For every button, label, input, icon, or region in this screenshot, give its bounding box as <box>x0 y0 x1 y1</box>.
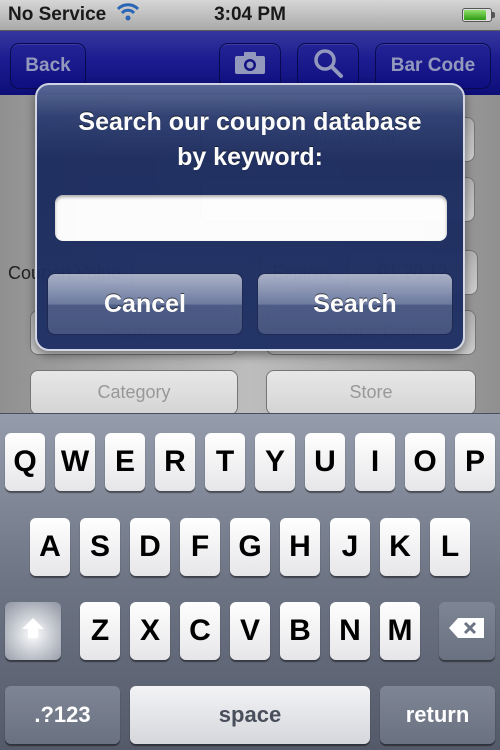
key-j[interactable]: J <box>330 518 370 576</box>
key-r[interactable]: R <box>155 433 195 491</box>
key-h[interactable]: H <box>280 518 320 576</box>
key-n[interactable]: N <box>330 602 370 660</box>
keyword-search-input[interactable] <box>55 195 447 241</box>
key-o[interactable]: O <box>405 433 445 491</box>
on-screen-keyboard: QWERTYUIOP ASDFGHJKL ZXCVBNM .?123 space… <box>0 413 500 750</box>
battery-level <box>464 10 487 20</box>
return-key[interactable]: return <box>380 686 495 744</box>
key-x[interactable]: X <box>130 602 170 660</box>
status-bar: No Service 3:04 PM <box>0 0 500 31</box>
wifi-icon <box>116 3 140 27</box>
status-left: No Service <box>8 3 140 27</box>
key-q[interactable]: Q <box>5 433 45 491</box>
key-y[interactable]: Y <box>255 433 295 491</box>
alert-title-line2: by keyword: <box>177 143 323 171</box>
key-l[interactable]: L <box>430 518 470 576</box>
key-k[interactable]: K <box>380 518 420 576</box>
search-submit-button[interactable]: Search <box>257 273 453 335</box>
search-alert-dialog: Search our coupon database by keyword: C… <box>35 83 465 351</box>
key-m[interactable]: M <box>380 602 420 660</box>
cancel-button[interactable]: Cancel <box>47 273 243 335</box>
key-i[interactable]: I <box>355 433 395 491</box>
alert-title-line1: Search our coupon database <box>78 108 422 136</box>
key-u[interactable]: U <box>305 433 345 491</box>
key-c[interactable]: C <box>180 602 220 660</box>
backspace-key[interactable] <box>439 602 495 660</box>
key-z[interactable]: Z <box>80 602 120 660</box>
numbers-key[interactable]: .?123 <box>5 686 120 744</box>
shift-arrow-icon <box>20 614 46 648</box>
key-f[interactable]: F <box>180 518 220 576</box>
key-e[interactable]: E <box>105 433 145 491</box>
key-t[interactable]: T <box>205 433 245 491</box>
space-key[interactable]: space <box>130 686 370 744</box>
key-d[interactable]: D <box>130 518 170 576</box>
key-b[interactable]: B <box>280 602 320 660</box>
key-a[interactable]: A <box>30 518 70 576</box>
key-w[interactable]: W <box>55 433 95 491</box>
backspace-icon <box>448 616 486 646</box>
key-s[interactable]: S <box>80 518 120 576</box>
key-v[interactable]: V <box>230 602 270 660</box>
key-g[interactable]: G <box>230 518 270 576</box>
carrier-label: No Service <box>8 4 107 25</box>
battery-icon <box>462 8 495 22</box>
alert-title: Search our coupon database by keyword: <box>37 105 463 175</box>
shift-key[interactable] <box>5 602 61 660</box>
key-p[interactable]: P <box>455 433 495 491</box>
